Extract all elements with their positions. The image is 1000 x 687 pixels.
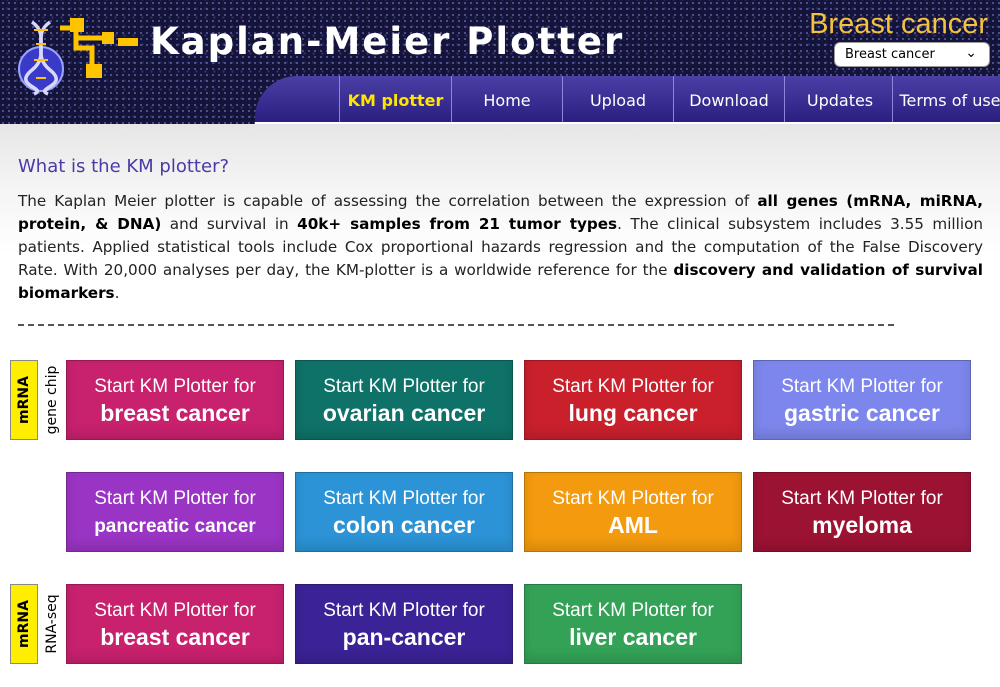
start-lung-cancer-button[interactable]: Start KM Plotter for lung cancer: [524, 360, 742, 440]
chevron-down-icon: ⌄: [965, 45, 977, 61]
section-title: What is the KM plotter?: [18, 156, 230, 177]
main-content: What is the KM plotter? The Kaplan Meier…: [0, 124, 1000, 687]
nav-item-upload[interactable]: Upload: [562, 76, 673, 122]
start-ovarian-cancer-button[interactable]: Start KM Plotter for ovarian cancer: [295, 360, 513, 440]
nav-item-updates[interactable]: Updates: [784, 76, 895, 122]
mrna-rnaseq-label: mRNA: [10, 584, 38, 664]
dna-circuit-logo-icon[interactable]: [14, 14, 142, 96]
start-aml-button[interactable]: Start KM Plotter for AML: [524, 472, 742, 552]
intro-paragraph: The Kaplan Meier plotter is capable of a…: [18, 192, 984, 302]
start-myeloma-button[interactable]: Start KM Plotter for myeloma: [753, 472, 971, 552]
nav-item-home[interactable]: Home: [451, 76, 562, 122]
mrna-genechip-label: mRNA: [10, 360, 38, 440]
cancer-select-value: Breast cancer: [845, 47, 935, 62]
main-nav: KM plotter Home Upload Download Updates …: [255, 76, 1000, 124]
start-breast-cancer-genechip-button[interactable]: Start KM Plotter for breast cancer: [66, 360, 284, 440]
start-colon-cancer-button[interactable]: Start KM Plotter for colon cancer: [295, 472, 513, 552]
start-pancreatic-cancer-button[interactable]: Start KM Plotter for pancreatic cancer: [66, 472, 284, 552]
nav-item-download[interactable]: Download: [673, 76, 784, 122]
nav-item-km-plotter[interactable]: KM plotter: [339, 76, 451, 122]
rnaseq-sublabel: RNA-seq: [44, 594, 60, 654]
start-liver-cancer-button[interactable]: Start KM Plotter for liver cancer: [524, 584, 742, 664]
section-divider: [18, 324, 894, 326]
start-pan-cancer-button[interactable]: Start KM Plotter for pan-cancer: [295, 584, 513, 664]
nav-item-terms-of-use[interactable]: Terms of use: [892, 76, 1000, 122]
genechip-sublabel: gene chip: [44, 365, 60, 435]
site-title[interactable]: Kaplan-Meier Plotter: [150, 20, 624, 63]
current-cancer-title: Breast cancer: [809, 8, 988, 40]
cancer-type-select[interactable]: Breast cancer ⌄: [834, 42, 990, 67]
site-header: Kaplan-Meier Plotter Breast cancer Breas…: [0, 0, 1000, 124]
start-breast-cancer-rnaseq-button[interactable]: Start KM Plotter for breast cancer: [66, 584, 284, 664]
start-gastric-cancer-button[interactable]: Start KM Plotter for gastric cancer: [753, 360, 971, 440]
